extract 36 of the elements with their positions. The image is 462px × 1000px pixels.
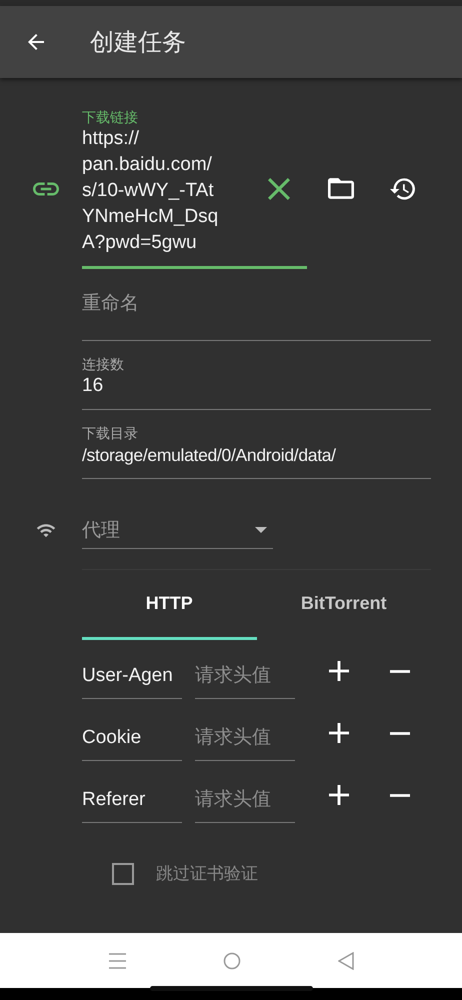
header-value-field[interactable]: 请求头值 xyxy=(195,715,295,761)
field-value: https:// pan.baidu.com/ s/10-wWY_-TAt YNmeHcM_Dsq A?pwd=5gwu xyxy=(82,127,218,255)
checkbox-label: 跳过证书验证 xyxy=(156,863,258,885)
directory-field[interactable]: 下载目录 /storage/emulated/0/Android/data/ xyxy=(82,424,431,479)
close-icon[interactable] xyxy=(268,178,290,200)
wifi-icon xyxy=(36,522,56,538)
field-label: 连接数 xyxy=(82,355,125,373)
connections-field[interactable]: 连接数 16 xyxy=(82,355,431,410)
plus-icon[interactable] xyxy=(329,723,349,743)
checkbox[interactable] xyxy=(112,862,134,884)
minus-icon[interactable] xyxy=(390,670,410,672)
menu-icon[interactable] xyxy=(108,952,126,968)
plus-icon[interactable] xyxy=(329,661,349,681)
proxy-dropdown[interactable]: 代理 xyxy=(82,511,273,549)
header-value-field[interactable]: 请求头值 xyxy=(195,777,295,823)
home-icon[interactable] xyxy=(222,952,240,970)
tab[interactable]: BitTorrent xyxy=(256,570,431,640)
history-icon[interactable] xyxy=(390,176,416,200)
field-value: /storage/emulated/0/Android/data/ xyxy=(82,444,337,467)
field-value: 16 xyxy=(82,374,104,398)
page-title: 创建任务 xyxy=(90,28,186,58)
link-icon xyxy=(33,182,59,196)
rename-field[interactable]: 重命名 xyxy=(82,283,431,341)
caret-icon xyxy=(255,526,267,532)
header-name-field[interactable]: Referer xyxy=(82,777,182,823)
header-name-field[interactable]: Cookie xyxy=(82,715,182,761)
plus-icon[interactable] xyxy=(329,785,349,805)
tab[interactable]: HTTP xyxy=(82,570,256,640)
header-name-field[interactable]: User-Agen xyxy=(82,653,182,699)
minus-icon[interactable] xyxy=(390,732,410,734)
back-icon[interactable] xyxy=(338,952,354,970)
field-label: 下载目录 xyxy=(82,424,139,442)
header-value-field[interactable]: 请求头值 xyxy=(195,653,295,699)
field-label: 下载链接 xyxy=(82,108,139,126)
folder-icon[interactable] xyxy=(328,178,354,199)
minus-icon[interactable] xyxy=(390,794,410,796)
